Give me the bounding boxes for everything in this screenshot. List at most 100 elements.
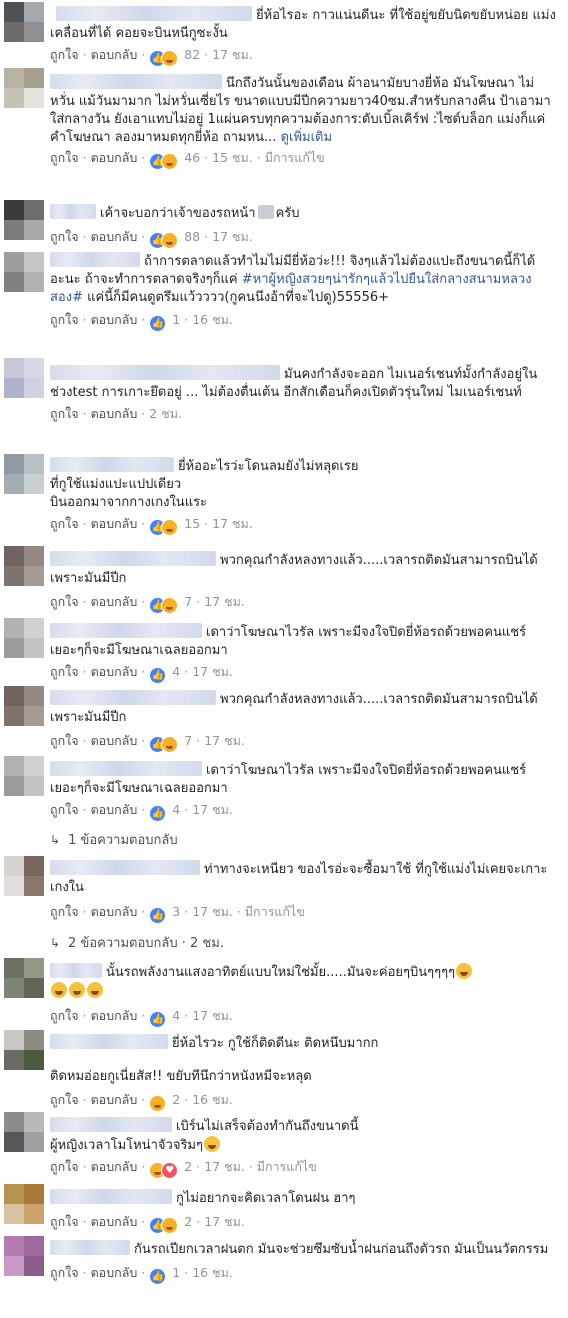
- avatar[interactable]: [4, 1112, 44, 1152]
- reply-link[interactable]: ตอบกลับ: [91, 733, 138, 748]
- reaction-count[interactable]: 2: [184, 1214, 192, 1229]
- timestamp[interactable]: 16 ชม.: [192, 312, 233, 327]
- avatar[interactable]: [4, 618, 44, 658]
- like-link[interactable]: ถูกใจ: [50, 406, 79, 421]
- commenter-name-redacted[interactable]: [50, 761, 202, 776]
- reply-link[interactable]: ตอบกลับ: [91, 1008, 138, 1023]
- reply-link[interactable]: ตอบกลับ: [91, 1265, 138, 1280]
- like-link[interactable]: ถูกใจ: [50, 150, 79, 165]
- reaction-count[interactable]: 1: [172, 312, 180, 327]
- timestamp[interactable]: 17 ชม.: [192, 1008, 233, 1023]
- commenter-name-redacted[interactable]: [50, 860, 200, 875]
- like-link[interactable]: ถูกใจ: [50, 802, 79, 817]
- commenter-name-redacted[interactable]: [50, 1240, 130, 1255]
- commenter-name-redacted[interactable]: [56, 6, 252, 21]
- reaction-count[interactable]: 15: [184, 516, 200, 531]
- like-link[interactable]: ถูกใจ: [50, 229, 79, 244]
- reaction-count[interactable]: 1: [172, 1265, 180, 1280]
- reaction-icons[interactable]: 👍: [149, 804, 167, 822]
- reaction-count[interactable]: 4: [172, 1008, 180, 1023]
- reply-link[interactable]: ตอบกลับ: [91, 229, 138, 244]
- edited-label[interactable]: มีการแก้ไข: [257, 1159, 317, 1174]
- like-link[interactable]: ถูกใจ: [50, 1008, 79, 1023]
- view-replies-link[interactable]: ↳ 1 ข้อความตอบกลับ: [50, 829, 178, 850]
- commenter-name-redacted[interactable]: [50, 204, 96, 219]
- timestamp[interactable]: 17 ชม.: [192, 802, 233, 817]
- reply-link[interactable]: ตอบกลับ: [91, 594, 138, 609]
- edited-label[interactable]: มีการแก้ไข: [265, 150, 325, 165]
- reply-link[interactable]: ตอบกลับ: [91, 47, 138, 62]
- reaction-count[interactable]: 7: [184, 594, 192, 609]
- reaction-icons[interactable]: 👍: [149, 1267, 167, 1285]
- timestamp[interactable]: 17 ชม.: [192, 904, 233, 919]
- commenter-name-redacted[interactable]: [50, 623, 202, 638]
- like-link[interactable]: ถูกใจ: [50, 1214, 79, 1229]
- avatar[interactable]: [4, 68, 44, 108]
- commenter-name-redacted[interactable]: [50, 1189, 172, 1204]
- timestamp[interactable]: 2 ชม.: [149, 406, 182, 421]
- like-link[interactable]: ถูกใจ: [50, 516, 79, 531]
- avatar[interactable]: [4, 958, 44, 998]
- reply-link[interactable]: ตอบกลับ: [91, 802, 138, 817]
- timestamp[interactable]: 17 ชม.: [212, 47, 253, 62]
- like-link[interactable]: ถูกใจ: [50, 733, 79, 748]
- timestamp[interactable]: 17 ชม.: [212, 516, 253, 531]
- reply-link[interactable]: ตอบกลับ: [91, 1092, 138, 1107]
- like-link[interactable]: ถูกใจ: [50, 1265, 79, 1280]
- like-link[interactable]: ถูกใจ: [50, 1092, 79, 1107]
- timestamp[interactable]: 16 ชม.: [192, 1092, 233, 1107]
- reaction-count[interactable]: 82: [184, 47, 200, 62]
- avatar[interactable]: [4, 1184, 44, 1224]
- reply-link[interactable]: ตอบกลับ: [91, 406, 138, 421]
- edited-label[interactable]: มีการแก้ไข: [245, 904, 305, 919]
- commenter-name-redacted[interactable]: [50, 690, 216, 705]
- reaction-icons[interactable]: ♥: [149, 1161, 179, 1179]
- reaction-icons[interactable]: 👍: [149, 906, 167, 924]
- reply-link[interactable]: ตอบกลับ: [91, 664, 138, 679]
- commenter-name-redacted[interactable]: [50, 365, 280, 380]
- timestamp[interactable]: 17 ชม.: [192, 664, 233, 679]
- avatar[interactable]: [4, 856, 44, 896]
- commenter-name-redacted[interactable]: [50, 74, 222, 89]
- reaction-icons[interactable]: 👍: [149, 666, 167, 684]
- reaction-icons[interactable]: 👍: [149, 1010, 167, 1028]
- avatar[interactable]: [4, 756, 44, 796]
- reply-link[interactable]: ตอบกลับ: [91, 516, 138, 531]
- commenter-name-redacted[interactable]: [50, 252, 140, 267]
- like-link[interactable]: ถูกใจ: [50, 904, 79, 919]
- avatar[interactable]: [4, 546, 44, 586]
- avatar[interactable]: [4, 454, 44, 494]
- see-more-link[interactable]: ดูเพิ่มเติม: [281, 130, 332, 145]
- like-link[interactable]: ถูกใจ: [50, 594, 79, 609]
- commenter-name-redacted[interactable]: [50, 457, 174, 472]
- commenter-name-redacted[interactable]: [50, 551, 216, 566]
- timestamp[interactable]: 17 ชม.: [204, 594, 245, 609]
- reaction-icons[interactable]: 👍: [149, 49, 179, 67]
- reply-link[interactable]: ตอบกลับ: [91, 1214, 138, 1229]
- avatar[interactable]: [4, 252, 44, 292]
- reaction-count[interactable]: 2: [184, 1159, 192, 1174]
- reaction-icons[interactable]: [149, 1094, 167, 1112]
- reaction-count[interactable]: 3: [172, 904, 180, 919]
- reaction-icons[interactable]: 👍: [149, 596, 179, 614]
- reaction-count[interactable]: 7: [184, 733, 192, 748]
- view-replies-link[interactable]: ↳ 2 ข้อความตอบกลับ · 2 ชม.: [50, 932, 224, 953]
- reaction-icons[interactable]: 👍: [149, 231, 179, 249]
- reaction-icons[interactable]: 👍: [149, 314, 167, 332]
- timestamp[interactable]: 17 ชม.: [212, 229, 253, 244]
- like-link[interactable]: ถูกใจ: [50, 664, 79, 679]
- like-link[interactable]: ถูกใจ: [50, 47, 79, 62]
- reaction-icons[interactable]: 👍: [149, 1216, 179, 1234]
- commenter-name-redacted[interactable]: [50, 1117, 172, 1132]
- reaction-count[interactable]: 4: [172, 664, 180, 679]
- reply-link[interactable]: ตอบกลับ: [91, 312, 138, 327]
- avatar[interactable]: [4, 1030, 44, 1070]
- reaction-icons[interactable]: 👍: [149, 518, 179, 536]
- commenter-name-redacted[interactable]: [50, 963, 102, 978]
- timestamp[interactable]: 17 ชม.: [204, 1214, 245, 1229]
- avatar[interactable]: [4, 2, 44, 42]
- reply-link[interactable]: ตอบกลับ: [91, 904, 138, 919]
- timestamp[interactable]: 15 ชม.: [212, 150, 253, 165]
- reply-link[interactable]: ตอบกลับ: [91, 150, 138, 165]
- reaction-count[interactable]: 88: [184, 229, 200, 244]
